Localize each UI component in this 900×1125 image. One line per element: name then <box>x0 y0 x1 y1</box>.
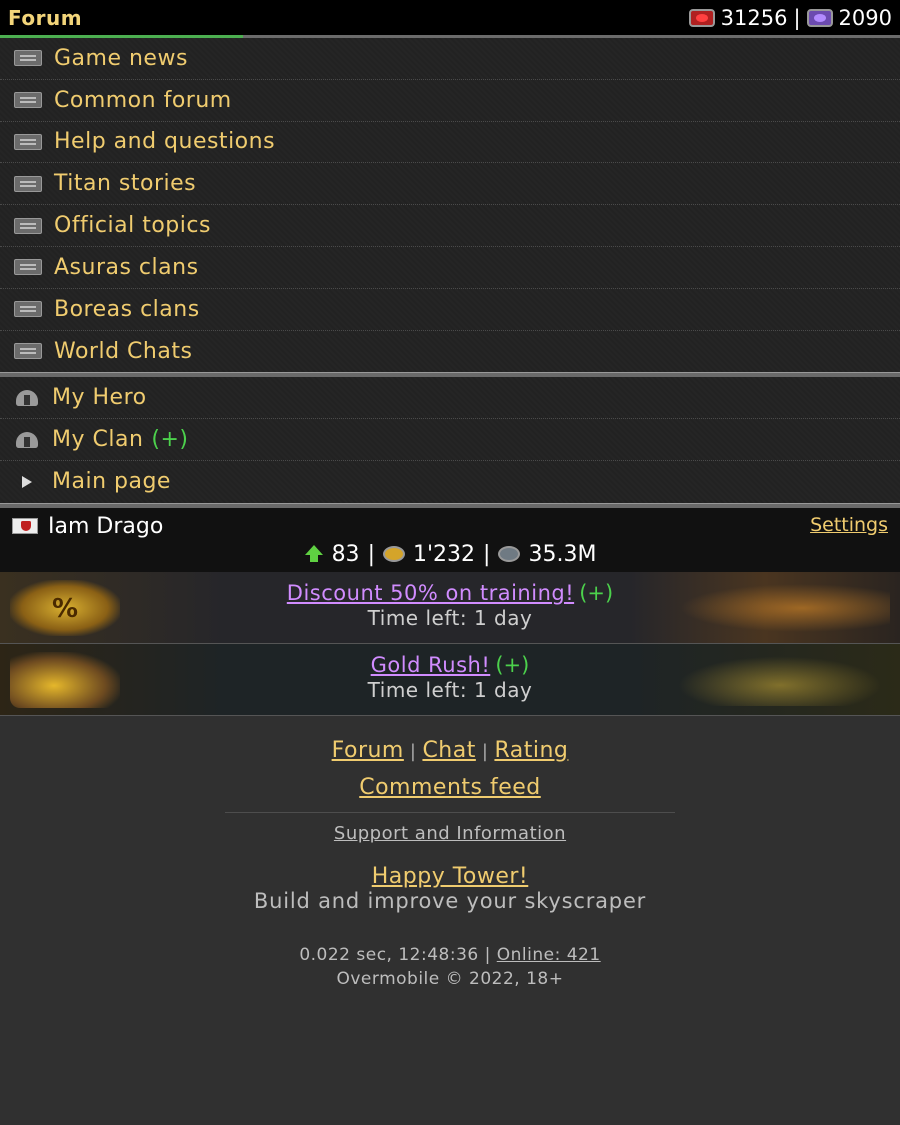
currency-stats: 31256 | 2090 <box>688 5 892 30</box>
comments-feed-link[interactable]: Comments feed <box>359 775 541 800</box>
hero-name-row[interactable]: Iam Drago <box>12 514 888 539</box>
footer-link-chat[interactable]: Chat <box>422 738 475 763</box>
iron-icon <box>498 546 521 563</box>
menu-item-label: Official topics <box>54 213 211 239</box>
menu-item-label: Game news <box>54 45 188 71</box>
arrow-icon <box>14 474 40 490</box>
render-time: 0.022 sec, 12:48:36 | <box>299 944 491 965</box>
happy-tower-tagline: Build and improve your skyscraper <box>253 888 647 913</box>
page-progress-bar <box>0 35 243 38</box>
hero-status-bar: Iam Drago Settings 83 | 1'232 | 35.3M <box>0 507 900 572</box>
top-bar: Forum 31256 | 2090 <box>0 0 900 38</box>
helmet-icon <box>14 389 40 407</box>
footer-feed-row: Comments feed <box>0 775 900 800</box>
hero-gold: 1'232 <box>412 541 476 567</box>
hero-level: 83 <box>331 541 360 567</box>
footer: Forum | Chat | Rating Comments feed Support … <box>0 716 900 989</box>
menu-item-label: Help and questions <box>54 129 276 155</box>
menu-item-label: Boreas clans <box>54 296 200 322</box>
clan-plus-badge: (+) <box>151 427 189 453</box>
page-meta: 0.022 sec, 12:48:36 | Online: 421 <box>0 945 900 965</box>
menu-item-main-page[interactable]: Main page <box>0 461 900 503</box>
document-icon <box>14 50 42 67</box>
clan-flag-icon <box>12 518 38 535</box>
red-gem-count: 31256 <box>720 5 788 30</box>
purple-gem-icon <box>806 8 833 27</box>
menu-item-my-clan[interactable]: My Clan (+) <box>0 419 900 461</box>
menu-item-common-forum[interactable]: Common forum <box>0 80 900 122</box>
gold-rush-plus: (+) <box>495 652 530 677</box>
gold-rush-time-left: Time left: 1 day <box>367 677 533 702</box>
document-icon <box>14 175 42 192</box>
stats-separator: | <box>793 5 801 30</box>
menu-item-label: World Chats <box>54 338 193 364</box>
menu-item-my-hero[interactable]: My Hero <box>0 377 900 420</box>
document-icon <box>14 343 42 360</box>
level-up-icon <box>304 545 324 563</box>
purple-gem-count: 2090 <box>838 5 892 30</box>
menu-item-world-chats[interactable]: World Chats <box>0 331 900 373</box>
discount-link[interactable]: Discount 50% on training! <box>287 581 574 605</box>
discount-plus: (+) <box>579 580 614 605</box>
support-link[interactable]: Support and Information <box>334 823 566 844</box>
menu-item-game-news[interactable]: Game news <box>0 38 900 80</box>
footer-separator: | <box>409 740 417 762</box>
menu-item-label: Asuras clans <box>54 254 199 280</box>
menu-item-label: My Clan <box>52 427 144 453</box>
menu-item-official-topics[interactable]: Official topics <box>0 205 900 247</box>
discount-banner[interactable]: % Discount 50% on training! (+) Time lef… <box>0 571 900 644</box>
hero-name: Iam Drago <box>48 513 164 539</box>
copyright: Overmobile © 2022, 18+ <box>336 968 564 989</box>
hero-resources: 83 | 1'232 | 35.3M <box>12 542 888 567</box>
online-count-link[interactable]: Online: 421 <box>497 945 601 965</box>
helmet-icon <box>14 431 40 449</box>
menu-item-label: Titan stories <box>54 171 197 197</box>
gold-rush-link[interactable]: Gold Rush! <box>371 653 491 677</box>
document-icon <box>14 92 42 109</box>
happy-tower-link[interactable]: Happy Tower! <box>0 864 900 889</box>
menu-item-asuras-clans[interactable]: Asuras clans <box>0 247 900 289</box>
document-icon <box>14 133 42 150</box>
footer-divider <box>225 811 675 813</box>
document-icon <box>14 217 42 234</box>
menu-item-label: Common forum <box>54 87 232 113</box>
menu-item-boreas-clans[interactable]: Boreas clans <box>0 289 900 331</box>
hero-iron: 35.3M <box>528 541 597 567</box>
footer-link-forum[interactable]: Forum <box>332 738 404 763</box>
gold-rush-banner[interactable]: Gold Rush! (+) Time left: 1 day <box>0 643 900 716</box>
menu-item-label: Main page <box>52 469 171 495</box>
settings-link[interactable]: Settings <box>810 514 888 536</box>
resource-separator: | <box>367 541 375 567</box>
document-icon <box>14 259 42 276</box>
footer-link-rating[interactable]: Rating <box>494 738 568 763</box>
red-gem-icon <box>688 8 715 27</box>
menu-item-titan-stories[interactable]: Titan stories <box>0 163 900 206</box>
menu-item-help-and-questions[interactable]: Help and questions <box>0 122 900 164</box>
document-icon <box>14 301 42 318</box>
discount-time-left: Time left: 1 day <box>367 605 533 630</box>
page-title: Forum <box>8 5 83 30</box>
resource-separator: | <box>483 541 491 567</box>
footer-separator: | <box>481 740 489 762</box>
forum-menu: Game news Common forum Help and question… <box>0 38 900 508</box>
menu-item-label: My Hero <box>52 385 147 411</box>
gold-coin-icon <box>382 546 405 563</box>
footer-links: Forum | Chat | Rating <box>0 738 900 763</box>
